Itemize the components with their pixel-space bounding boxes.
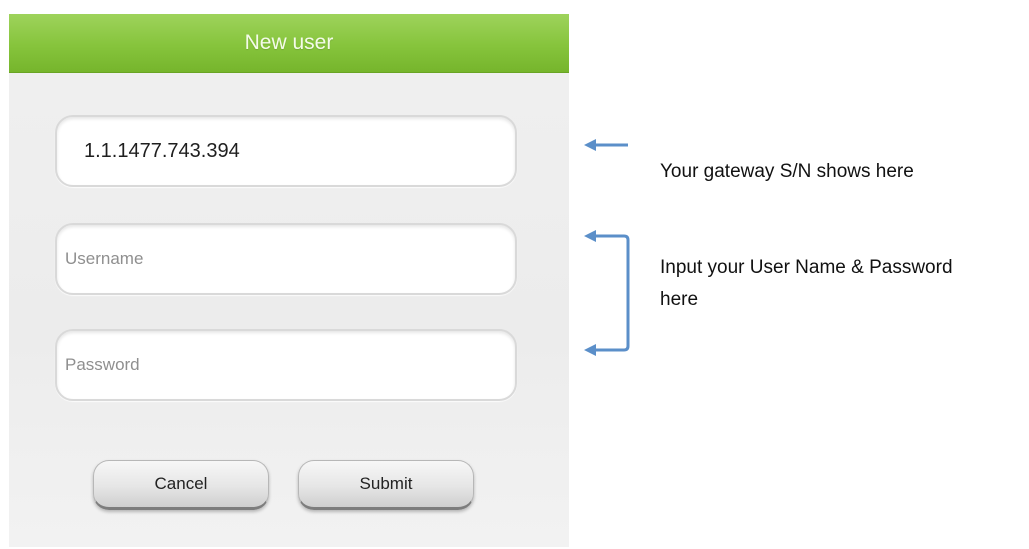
- arrow-left-icon: [584, 139, 628, 151]
- credentials-annotation: Input your User Name & Password here: [660, 257, 953, 310]
- bracket-arrow-icon: [584, 230, 630, 356]
- serial-annotation: Your gateway S/N shows here: [660, 161, 914, 182]
